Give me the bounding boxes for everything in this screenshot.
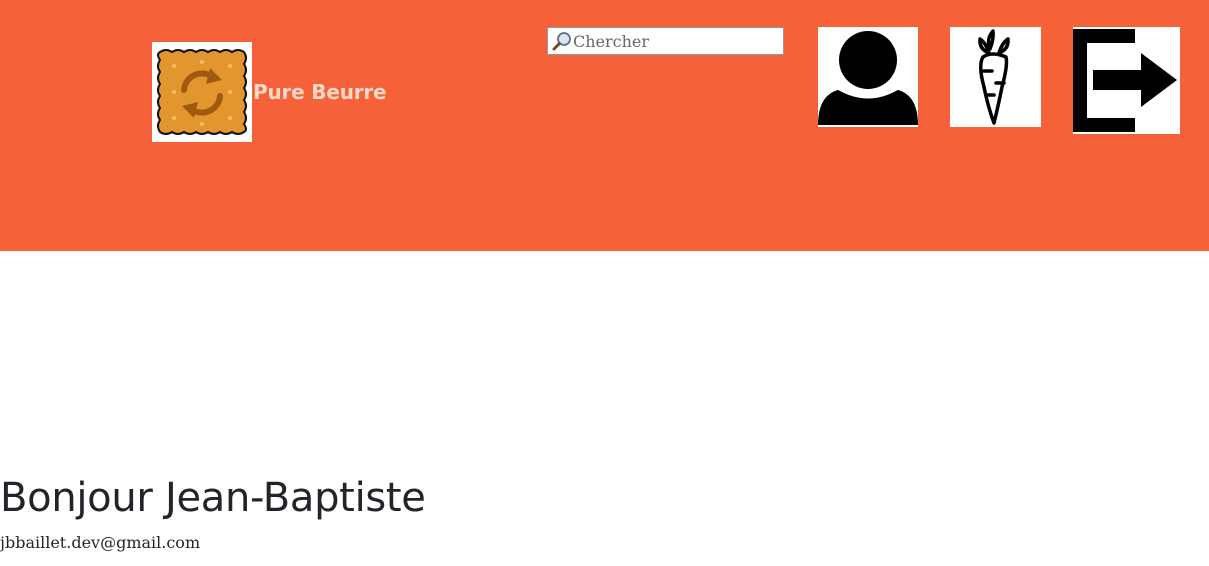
logout-icon: [1073, 29, 1177, 132]
brand-name: Pure Beurre: [253, 80, 387, 104]
site-header: Pure Beurre: [0, 0, 1209, 251]
magnifier-icon: [552, 31, 572, 51]
user-icon: [818, 31, 918, 125]
search-box[interactable]: [547, 27, 784, 55]
brand-link[interactable]: Pure Beurre: [152, 42, 387, 142]
search-input[interactable]: [573, 31, 773, 51]
user-email: jbbaillet.dev@gmail.com: [0, 533, 201, 552]
cookie-logo-icon: [152, 42, 252, 142]
logout-button[interactable]: [1073, 27, 1180, 134]
account-button[interactable]: [818, 27, 918, 127]
carrot-icon: [978, 29, 1010, 125]
favorites-button[interactable]: [950, 27, 1041, 127]
greeting-heading: Bonjour Jean-Baptiste: [0, 475, 426, 521]
